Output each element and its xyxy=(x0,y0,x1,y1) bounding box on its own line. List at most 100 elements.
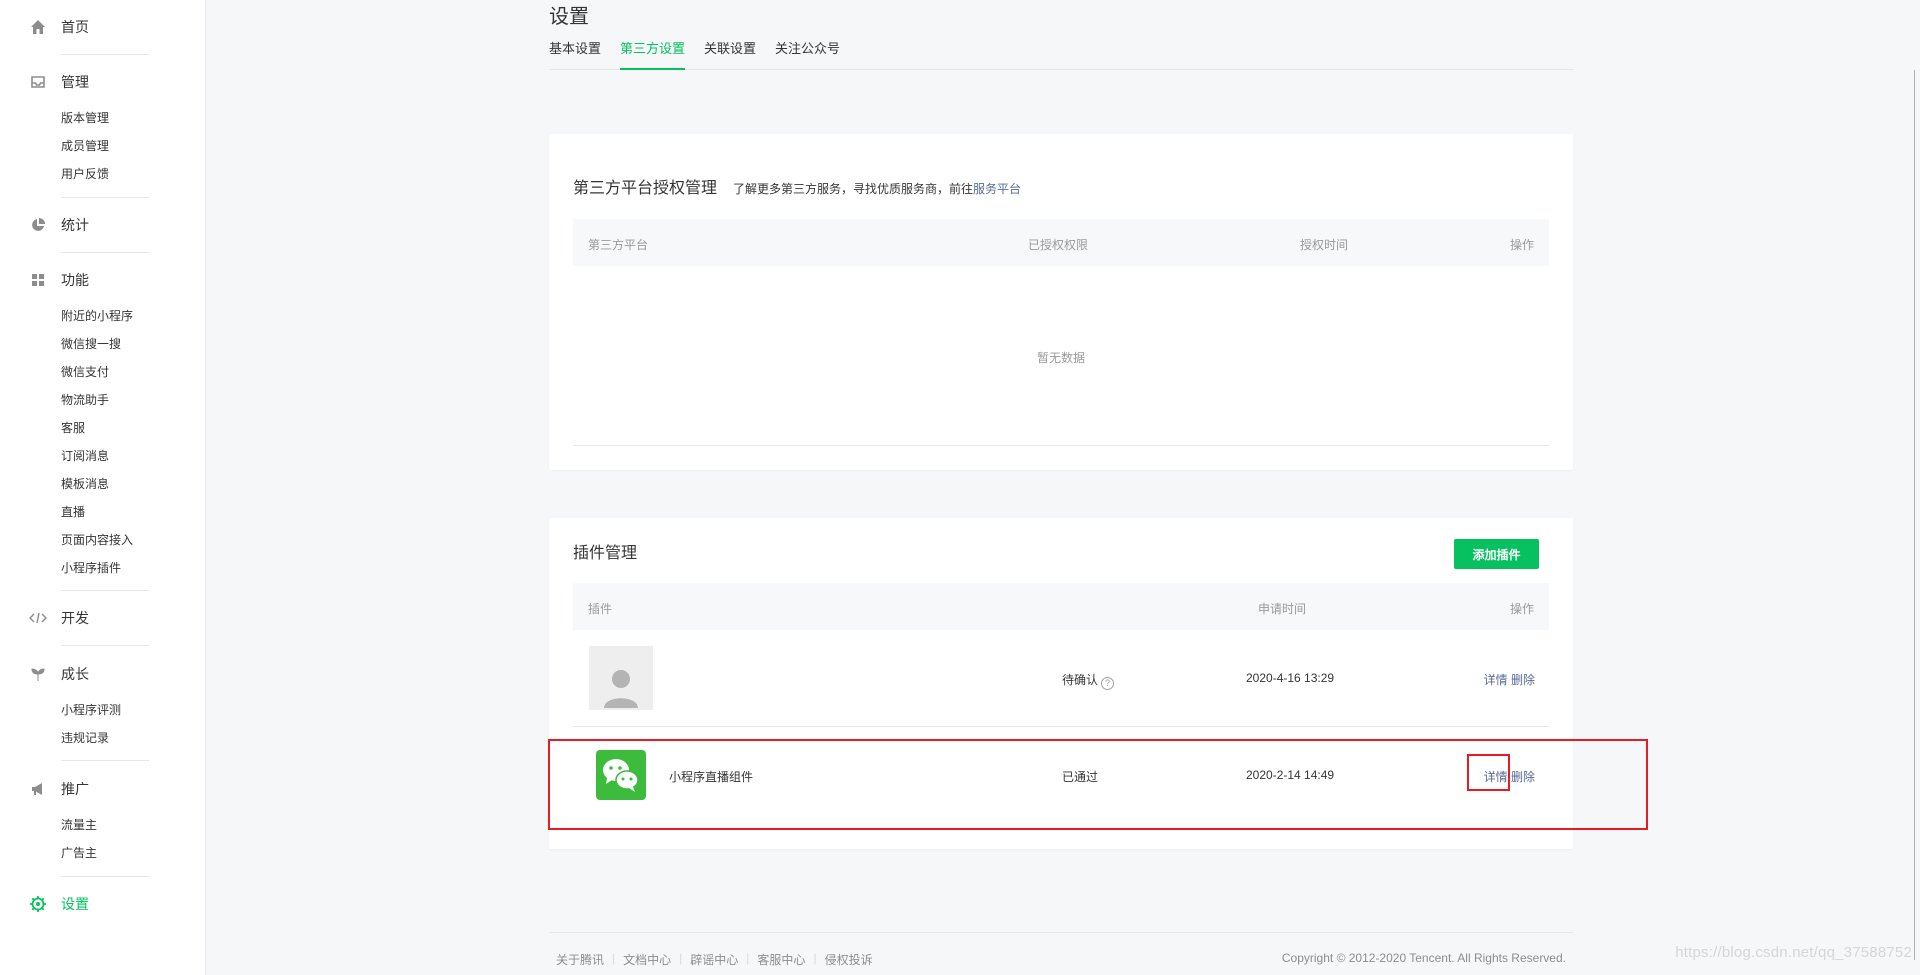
nav-features-label: 功能 xyxy=(61,272,89,288)
tab-basic[interactable]: 基本设置 xyxy=(549,42,601,70)
sidebar-item-advertiser[interactable]: 广告主 xyxy=(61,839,206,867)
copyright: Copyright © 2012-2020 Tencent. All Right… xyxy=(1281,951,1566,965)
card-title: 第三方平台授权管理 xyxy=(573,180,718,197)
sidebar-item-search[interactable]: 微信搜一搜 xyxy=(61,330,206,358)
delete-link[interactable]: 删除 xyxy=(1511,673,1535,687)
divider xyxy=(61,876,149,877)
footer-link-docs[interactable]: 文档中心 xyxy=(623,951,671,968)
status-text: 待确认 xyxy=(1062,673,1099,687)
plugin-name: 小程序直播组件 xyxy=(669,770,754,784)
apply-time: 2020-2-14 14:49 xyxy=(1246,768,1335,782)
footer-links: 关于腾讯 | 文档中心 | 辟谣中心 | 客服中心 | 侵权投诉 xyxy=(556,951,873,968)
nav-stats-label: 统计 xyxy=(61,217,89,233)
status-cell: 待确认? xyxy=(1062,671,1115,690)
sidebar-item-plugin[interactable]: 小程序插件 xyxy=(61,554,206,582)
nav-growth-label: 成长 xyxy=(61,666,89,682)
tab-third-party[interactable]: 第三方设置 xyxy=(620,42,686,70)
col-actions: 操作 xyxy=(1509,238,1534,252)
page-title: 设置 xyxy=(549,6,589,28)
nav-dev[interactable]: 开发 xyxy=(0,604,206,632)
pie-chart-icon xyxy=(29,216,47,234)
divider xyxy=(61,197,149,198)
sidebar-item-nearby[interactable]: 附近的小程序 xyxy=(61,302,206,330)
sidebar-item-live[interactable]: 直播 xyxy=(61,498,206,526)
code-icon xyxy=(29,609,47,627)
table-header: 插件 申请时间 操作 xyxy=(573,583,1549,630)
placeholder-avatar xyxy=(589,646,653,710)
user-silhouette-icon xyxy=(604,670,638,708)
footer-divider: | xyxy=(612,951,616,965)
col-apply-time: 申请时间 xyxy=(1258,602,1307,616)
add-plugin-button[interactable]: 添加插件 xyxy=(1454,539,1539,569)
nav-promo[interactable]: 推广 xyxy=(0,775,206,803)
detail-link[interactable]: 详情 xyxy=(1484,673,1508,687)
delete-link[interactable]: 删除 xyxy=(1511,770,1535,784)
tab-follow-account[interactable]: 关注公众号 xyxy=(775,42,840,70)
apply-time: 2020-4-16 13:29 xyxy=(1246,671,1335,685)
nav-promo-label: 推广 xyxy=(61,781,89,797)
nav-growth[interactable]: 成长 xyxy=(0,660,206,688)
nav-settings[interactable]: 设置 xyxy=(0,890,206,918)
watermark: https://blog.csdn.net/qq_37588752 xyxy=(1675,944,1912,961)
table-row: 小程序直播组件 已通过 2020-2-14 14:49 详情 删除 xyxy=(573,727,1549,824)
divider xyxy=(61,590,149,591)
sidebar-item-members[interactable]: 成员管理 xyxy=(61,132,206,160)
help-icon[interactable]: ? xyxy=(1101,676,1115,690)
table-header: 第三方平台 已授权权限 授权时间 操作 xyxy=(573,219,1549,266)
table-row: 待确认? 2020-4-16 13:29 详情 删除 xyxy=(573,630,1549,727)
detail-link[interactable]: 详情 xyxy=(1484,770,1508,784)
plugin-management-card: 插件管理 添加插件 插件 申请时间 操作 待确认? 2020-4-16 13:2… xyxy=(549,518,1573,849)
footer-link-service[interactable]: 客服中心 xyxy=(757,951,805,968)
grid-icon xyxy=(29,271,47,289)
col-permissions: 已授权权限 xyxy=(1028,238,1089,252)
divider xyxy=(61,252,149,253)
sidebar-item-traffic[interactable]: 流量主 xyxy=(61,811,206,839)
footer: 关于腾讯 | 文档中心 | 辟谣中心 | 客服中心 | 侵权投诉 Copyright ©… xyxy=(549,932,1573,975)
gear-icon xyxy=(29,895,47,913)
sidebar-item-logistics[interactable]: 物流助手 xyxy=(61,386,206,414)
divider xyxy=(61,760,149,761)
sidebar-item-feedback[interactable]: 用户反馈 xyxy=(61,160,206,188)
sidebar-item-review[interactable]: 小程序评测 xyxy=(61,696,206,724)
sidebar-item-service[interactable]: 客服 xyxy=(61,414,206,442)
wechat-logo-icon xyxy=(596,750,646,800)
tab-association[interactable]: 关联设置 xyxy=(704,42,756,70)
nav-stats[interactable]: 统计 xyxy=(0,211,206,239)
sidebar-item-content[interactable]: 页面内容接入 xyxy=(61,526,206,554)
footer-divider: | xyxy=(679,951,683,965)
footer-link-complaint[interactable]: 侵权投诉 xyxy=(825,951,873,968)
col-auth-time: 授权时间 xyxy=(1300,238,1349,252)
nav-manage-label: 管理 xyxy=(61,74,89,90)
footer-divider: | xyxy=(746,951,750,965)
footer-link-about[interactable]: 关于腾讯 xyxy=(556,951,604,968)
nav-manage[interactable]: 管理 xyxy=(0,68,206,96)
col-platform: 第三方平台 xyxy=(588,238,649,252)
sidebar: 首页 管理 版本管理 成员管理 用户反馈 统计 功能 附近的小程序 微信搜一搜 … xyxy=(0,0,206,975)
service-platform-link[interactable]: 服务平台 xyxy=(973,182,1021,196)
tab-bar: 基本设置 第三方设置 关联设置 关注公众号 xyxy=(549,42,1573,70)
divider xyxy=(61,645,149,646)
sidebar-item-pay[interactable]: 微信支付 xyxy=(61,358,206,386)
nav-dev-label: 开发 xyxy=(61,610,89,626)
scrollbar[interactable] xyxy=(1912,60,1920,975)
sidebar-item-subscribe[interactable]: 订阅消息 xyxy=(61,442,206,470)
sidebar-item-version[interactable]: 版本管理 xyxy=(61,104,206,132)
sidebar-item-template[interactable]: 模板消息 xyxy=(61,470,206,498)
card-description: 了解更多第三方服务，寻找优质服务商，前往服务平台 xyxy=(733,182,1021,196)
nav-home[interactable]: 首页 xyxy=(0,13,206,41)
nav-features[interactable]: 功能 xyxy=(0,266,206,294)
actions-cell: 详情 删除 xyxy=(1484,768,1535,785)
col-plugin: 插件 xyxy=(588,602,613,616)
megaphone-icon xyxy=(29,780,47,798)
status-text: 已通过 xyxy=(1062,770,1099,784)
sidebar-item-violation[interactable]: 违规记录 xyxy=(61,724,206,752)
home-icon xyxy=(29,18,47,36)
card-title: 插件管理 xyxy=(573,545,638,562)
sprout-icon xyxy=(29,665,47,683)
divider xyxy=(573,445,1549,446)
col-actions: 操作 xyxy=(1509,602,1534,616)
scrollbar-thumb[interactable] xyxy=(1914,70,1915,960)
divider xyxy=(61,54,149,55)
nav-home-label: 首页 xyxy=(61,19,89,35)
footer-link-rumor[interactable]: 辟谣中心 xyxy=(690,951,738,968)
